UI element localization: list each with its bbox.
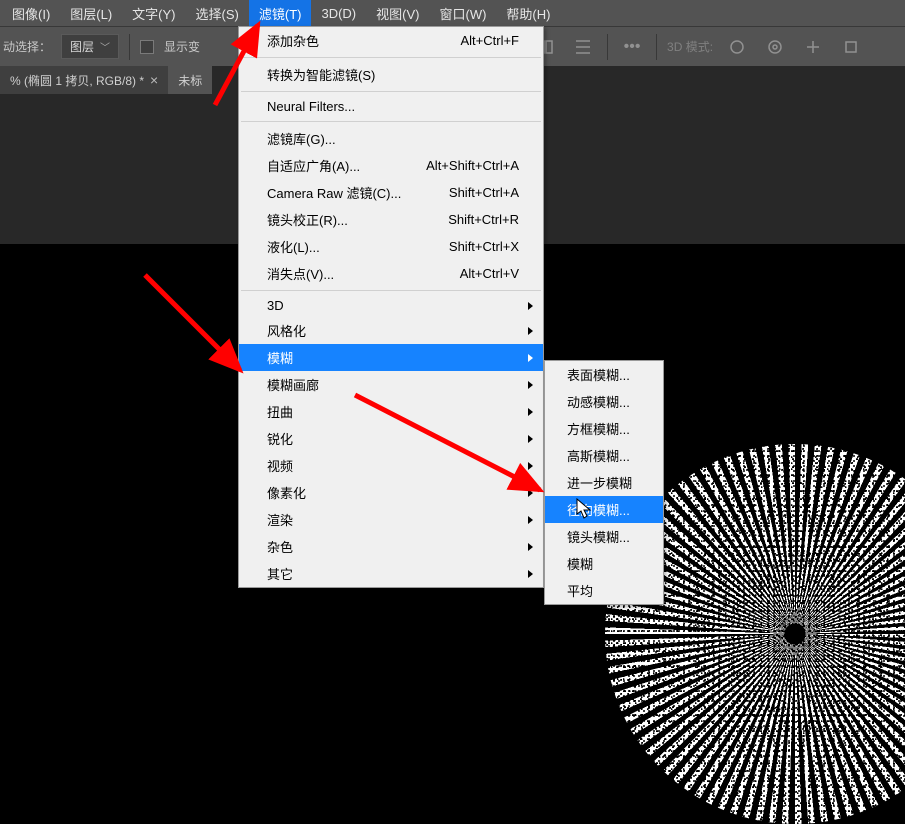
submenu-arrow-icon <box>528 302 533 310</box>
close-icon[interactable]: × <box>150 72 158 88</box>
submenu-arrow-icon <box>528 489 533 497</box>
show-transform-label: 显示变 <box>164 38 200 55</box>
distribute-icon[interactable] <box>569 33 597 61</box>
layer-target-select[interactable]: 图层﹀ <box>61 34 119 59</box>
3d-mode-label: 3D 模式: <box>667 38 713 55</box>
menu-item-convert-smart[interactable]: 转换为智能滤镜(S) <box>239 61 543 88</box>
submenu-arrow-icon <box>528 408 533 416</box>
document-tab[interactable]: % (椭圆 1 拷贝, RGB/8) * × <box>0 66 168 95</box>
submenu-item-lens-blur[interactable]: 镜头模糊... <box>545 523 663 550</box>
menu-layer[interactable]: 图层(L) <box>60 0 122 27</box>
submenu-arrow-icon <box>528 516 533 524</box>
submenu-item-radial-blur[interactable]: 径向模糊... <box>545 496 663 523</box>
filter-dropdown: 添加杂色Alt+Ctrl+F 转换为智能滤镜(S) Neural Filters… <box>238 26 544 588</box>
submenu-arrow-icon <box>528 381 533 389</box>
3d-slide-icon[interactable] <box>799 33 827 61</box>
menu-item-render[interactable]: 渲染 <box>239 506 543 533</box>
menu-window[interactable]: 窗口(W) <box>429 0 496 27</box>
submenu-arrow-icon <box>528 543 533 551</box>
menu-item-3d[interactable]: 3D <box>239 294 543 317</box>
menu-item-pixelate[interactable]: 像素化 <box>239 479 543 506</box>
3d-scale-icon[interactable] <box>837 33 865 61</box>
submenu-item-motion-blur[interactable]: 动感模糊... <box>545 388 663 415</box>
menu-image[interactable]: 图像(I) <box>2 0 60 27</box>
submenu-item-box-blur[interactable]: 方框模糊... <box>545 415 663 442</box>
submenu-item-blur[interactable]: 模糊 <box>545 550 663 577</box>
menu-help[interactable]: 帮助(H) <box>496 0 560 27</box>
menu-item-video[interactable]: 视频 <box>239 452 543 479</box>
submenu-arrow-icon <box>528 327 533 335</box>
menu-item-distort[interactable]: 扭曲 <box>239 398 543 425</box>
3d-pan-icon[interactable] <box>761 33 789 61</box>
more-options-icon[interactable]: ••• <box>618 33 646 61</box>
document-tab-2[interactable]: 未标 <box>168 66 212 95</box>
blur-submenu: 表面模糊... 动感模糊... 方框模糊... 高斯模糊... 进一步模糊 径向… <box>544 360 664 605</box>
3d-orbit-icon[interactable] <box>723 33 751 61</box>
menu-filter[interactable]: 滤镜(T) <box>249 0 312 27</box>
menu-view[interactable]: 视图(V) <box>366 0 429 27</box>
submenu-arrow-icon <box>528 435 533 443</box>
submenu-arrow-icon <box>528 570 533 578</box>
menu-item-blur[interactable]: 模糊 <box>239 344 543 371</box>
menu-item-liquify[interactable]: 液化(L)...Shift+Ctrl+X <box>239 233 543 260</box>
menu-item-adaptive-wide-angle[interactable]: 自适应广角(A)...Alt+Shift+Ctrl+A <box>239 152 543 179</box>
submenu-arrow-icon <box>528 354 533 362</box>
menu-item-lens-correction[interactable]: 镜头校正(R)...Shift+Ctrl+R <box>239 206 543 233</box>
menu-item-noise[interactable]: 杂色 <box>239 533 543 560</box>
submenu-item-blur-more[interactable]: 进一步模糊 <box>545 469 663 496</box>
submenu-item-gaussian-blur[interactable]: 高斯模糊... <box>545 442 663 469</box>
menu-item-last-filter[interactable]: 添加杂色Alt+Ctrl+F <box>239 27 543 54</box>
menu-item-other[interactable]: 其它 <box>239 560 543 587</box>
menu-select[interactable]: 选择(S) <box>186 0 249 27</box>
submenu-arrow-icon <box>528 462 533 470</box>
submenu-item-average[interactable]: 平均 <box>545 577 663 604</box>
menu-item-camera-raw[interactable]: Camera Raw 滤镜(C)...Shift+Ctrl+A <box>239 179 543 206</box>
menu-item-vanishing-point[interactable]: 消失点(V)...Alt+Ctrl+V <box>239 260 543 287</box>
menu-type[interactable]: 文字(Y) <box>122 0 185 27</box>
menu-item-stylize[interactable]: 风格化 <box>239 317 543 344</box>
menu-3d[interactable]: 3D(D) <box>311 2 366 25</box>
menu-item-blur-gallery[interactable]: 模糊画廊 <box>239 371 543 398</box>
menu-item-neural-filters[interactable]: Neural Filters... <box>239 95 543 118</box>
show-transform-checkbox[interactable] <box>140 40 154 54</box>
main-menubar: 图像(I) 图层(L) 文字(Y) 选择(S) 滤镜(T) 3D(D) 视图(V… <box>0 0 905 26</box>
auto-select-label: 动选择： <box>3 38 51 55</box>
menu-item-sharpen[interactable]: 锐化 <box>239 425 543 452</box>
submenu-item-surface-blur[interactable]: 表面模糊... <box>545 361 663 388</box>
menu-item-filter-gallery[interactable]: 滤镜库(G)... <box>239 125 543 152</box>
